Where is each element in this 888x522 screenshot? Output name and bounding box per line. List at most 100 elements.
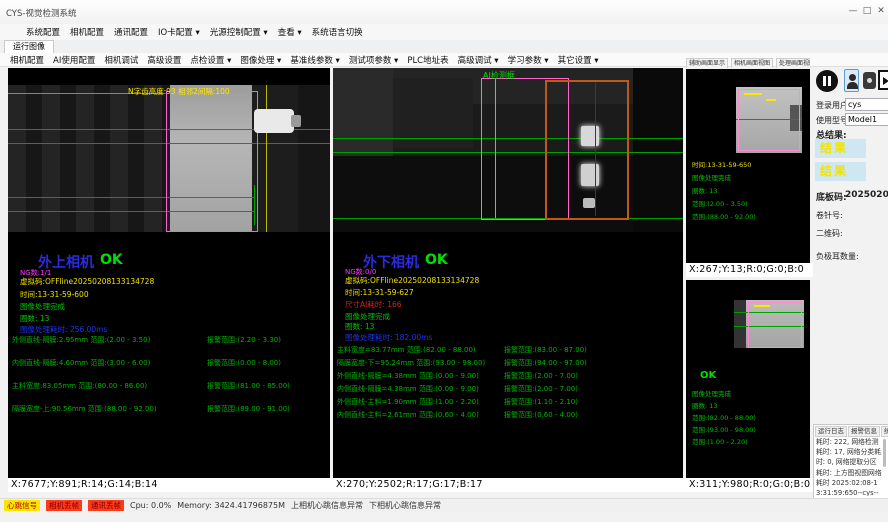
left-camera-view[interactable]: N字齿高度:93 相邻2间隔:100 外上相机 OK NG数:1/1 虚拟码:O… <box>8 68 330 478</box>
cpu-usage: Cpu: 0.0% <box>130 501 171 510</box>
alarm-range: 报警范围:(0.60 - 4.00) <box>504 410 578 420</box>
alarm-range: 报警范围:(2.00 - 7.00) <box>504 384 578 394</box>
menu-comm-config[interactable]: 通讯配置 <box>114 26 148 38</box>
tool-other-settings[interactable]: 其它设置 ▾ <box>558 54 599 66</box>
log-tab-stats[interactable]: 统计信息 <box>881 426 888 437</box>
alarm-range: 报警范围:(1.10 - 2.10) <box>504 397 578 407</box>
measure-label: 外侧直线-主料=1.90mm 范围:(1.00 - 2.20) <box>337 397 479 407</box>
aux-bottom-line: 范围:(93.00 - 98.00) <box>692 424 756 434</box>
tool-ai-config[interactable]: AI使用配置 <box>53 54 95 66</box>
tool-test-params[interactable]: 测试项参数 ▾ <box>349 54 398 66</box>
memory-usage: Memory: 3424.41796875M <box>177 501 285 510</box>
user-icon <box>849 74 856 81</box>
tool-advanced-settings[interactable]: 高级设置 <box>147 54 181 66</box>
left-loop-count: 圈数: 13 <box>20 313 49 324</box>
logout-arrow-icon <box>883 77 888 85</box>
aux-view-tabs: 辅助画面显示 相机画面视图 处理画面视图 <box>686 56 810 68</box>
tool-plc-address[interactable]: PLC地址表 <box>407 54 448 66</box>
alarm-range: 报警范围:(94.00 - 97.00) <box>504 358 587 368</box>
heartbeat-badge: 心跳信号 <box>4 500 40 511</box>
aux-top-line: 范围:(88.00 - 92.00) <box>692 211 756 221</box>
measure-label: 外侧直线-隔膜=4.38mm 范围:(0.00 - 9.00) <box>337 371 479 381</box>
pause-icon <box>823 76 826 86</box>
user-button[interactable] <box>844 69 859 92</box>
close-button[interactable]: ✕ <box>874 6 888 16</box>
aux-bottom-image <box>734 300 804 348</box>
upper-camera-heartbeat-message: 上相机心跳信息异常 <box>291 500 363 511</box>
log-tabs: 运行日志 报警信息 统计信息 <box>815 426 888 437</box>
log-tab-run[interactable]: 运行日志 <box>815 426 847 437</box>
measure-label: 主料宽度:83.05mm 范围:(80.00 - 86.00) <box>12 381 147 391</box>
measure-label: 外侧直线-隔膜:2.95mm 范围:(2.00 - 3.50) <box>12 335 150 345</box>
center-pixel-coordinates: X:270;Y:2502;R:17;G:17;B:17 <box>333 478 686 492</box>
aux-top-line: 圈数: 13 <box>692 185 718 195</box>
measure-label: 隔膜宽度-上:90.56mm 范围:(88.00 - 92.00) <box>12 404 157 414</box>
window-title: CYS-视觉检测系统 <box>6 7 76 19</box>
result-badge: 结果 <box>815 162 866 181</box>
center-process-time: 图像处理耗时: 182.00ms <box>345 332 432 343</box>
tab-strip: 运行图像 <box>0 40 888 54</box>
tool-baseline-params[interactable]: 基准线参数 ▾ <box>290 54 339 66</box>
left-image-measure-label: N字齿高度:93 相邻2间隔:100 <box>128 86 230 97</box>
menu-io-config[interactable]: IO卡配置 ▾ <box>158 26 200 38</box>
aux-bottom-view[interactable]: OK 图像处理完成 圈数: 13 范围:(82.00 - 88.00) 范围:(… <box>686 280 810 478</box>
camera-dropframe-badge: 相机丢帧 <box>46 500 82 511</box>
aux-tab-camera-view[interactable]: 相机画面视图 <box>731 58 773 68</box>
left-process-done: 图像处理完成 <box>20 301 65 312</box>
measurement-row: 外侧直线-隔膜:2.95mm 范围:(2.00 - 3.50) 报警范围:(2.… <box>12 335 326 345</box>
aux-bottom-line: 范围:(1.00 - 2.20) <box>692 436 748 446</box>
roi-rect-magenta <box>166 91 258 232</box>
left-time: 时间:13-31-59-600 <box>20 289 89 300</box>
aux-top-line: 图像处理完成 <box>692 172 731 182</box>
connector-object <box>254 109 294 133</box>
measurement-row: 内侧直线-隔膜:4.60mm 范围:(3.00 - 6.00) 报警范围:(0.… <box>12 358 326 368</box>
lock-button[interactable] <box>863 72 876 89</box>
alarm-range: 报警范围:(2.20 - 3.30) <box>207 335 281 345</box>
aux-top-pixel-coordinates: X:267;Y:13;R:0;G:0;B:0 <box>686 263 813 277</box>
left-camera-image: N字齿高度:93 相邻2间隔:100 <box>8 85 330 232</box>
menu-view[interactable]: 查看 ▾ <box>278 26 302 38</box>
tool-advanced-debug[interactable]: 高级调试 ▾ <box>458 54 499 66</box>
title-bar: CYS-视觉检测系统 — □ ✕ <box>0 0 888 25</box>
measure-label: 内侧直线-主料=2.61mm 范围:(0.60 - 4.00) <box>337 410 479 420</box>
app-window: CYS-视觉检测系统 — □ ✕ C 系统配置 相机配置 通讯配置 IO卡配置 … <box>0 0 888 522</box>
aux-top-view[interactable]: 时间:13-31-59-650 图像处理完成 圈数: 13 范围:(2.00 -… <box>686 69 810 263</box>
log-scrollbar[interactable] <box>883 439 886 467</box>
model-input[interactable]: Model1 <box>845 113 888 126</box>
status-bar: 心跳信号 相机丢帧 通讯丢帧 Cpu: 0.0% Memory: 3424.41… <box>0 498 888 512</box>
board-code-value: 20250208 <box>845 190 888 200</box>
aux-bottom-line: 圈数: 13 <box>692 400 718 410</box>
aux-bottom-line: 范围:(82.00 - 88.00) <box>692 412 756 422</box>
measurement-row: 主料宽度=83.77mm 范围:(82.00 - 88.00) 报警范围:(83… <box>337 345 679 355</box>
ai-detect-label: AI检测框 <box>483 70 515 81</box>
pin-number-label: 卷针号: <box>816 210 843 221</box>
tool-camera-debug[interactable]: 相机调试 <box>104 54 138 66</box>
center-camera-view[interactable]: AI检测框 外下相机 OK NG数:0/0 虚拟码:OFFline2025020… <box>333 68 683 478</box>
tool-image-processing[interactable]: 图像处理 ▾ <box>240 54 281 66</box>
tool-learning-params[interactable]: 学习参数 ▾ <box>508 54 549 66</box>
log-tab-alarm[interactable]: 报警信息 <box>848 426 880 437</box>
menu-light-config[interactable]: 光源控制配置 ▾ <box>210 26 268 38</box>
aux-tab-processed-view[interactable]: 处理画面视图 <box>776 58 810 68</box>
aux-top-line: 时间:13-31-59-650 <box>692 159 751 169</box>
menu-language-switch[interactable]: 系统语言切换 <box>312 26 363 38</box>
tab-run-image[interactable]: 运行图像 <box>4 40 54 53</box>
menu-camera-config[interactable]: 相机配置 <box>70 26 104 38</box>
aux-tab-display[interactable]: 辅助画面显示 <box>686 58 728 68</box>
alarm-range: 报警范围:(0.00 - 8.00) <box>207 358 281 368</box>
tool-spot-check[interactable]: 点检设置 ▾ <box>190 54 231 66</box>
maximize-button[interactable]: □ <box>860 6 874 16</box>
exit-button[interactable] <box>878 70 888 90</box>
aux-bottom-line: 图像处理完成 <box>692 388 731 398</box>
alarm-range: 报警范围:(83.00 - 87.00) <box>504 345 587 355</box>
tool-camera-config[interactable]: 相机配置 <box>10 54 44 66</box>
measure-label: 隔膜宽度-下=95.24mm 范围:(93.00 - 98.00) <box>337 358 485 368</box>
login-user-input[interactable]: cys <box>845 98 888 111</box>
aux-bottom-pixel-coordinates: X:311;Y:980;R:0;G:0;B:0 <box>686 478 813 492</box>
minimize-button[interactable]: — <box>846 6 860 16</box>
menu-system-config[interactable]: 系统配置 <box>26 26 60 38</box>
pause-button[interactable] <box>816 70 838 92</box>
measurement-row: 主料宽度:83.05mm 范围:(80.00 - 86.00) 报警范围:(81… <box>12 381 326 391</box>
tab-count-label: 负极耳数量: <box>816 251 859 262</box>
measurement-row: 外侧直线-隔膜=4.38mm 范围:(0.00 - 9.00) 报警范围:(2.… <box>337 371 679 381</box>
